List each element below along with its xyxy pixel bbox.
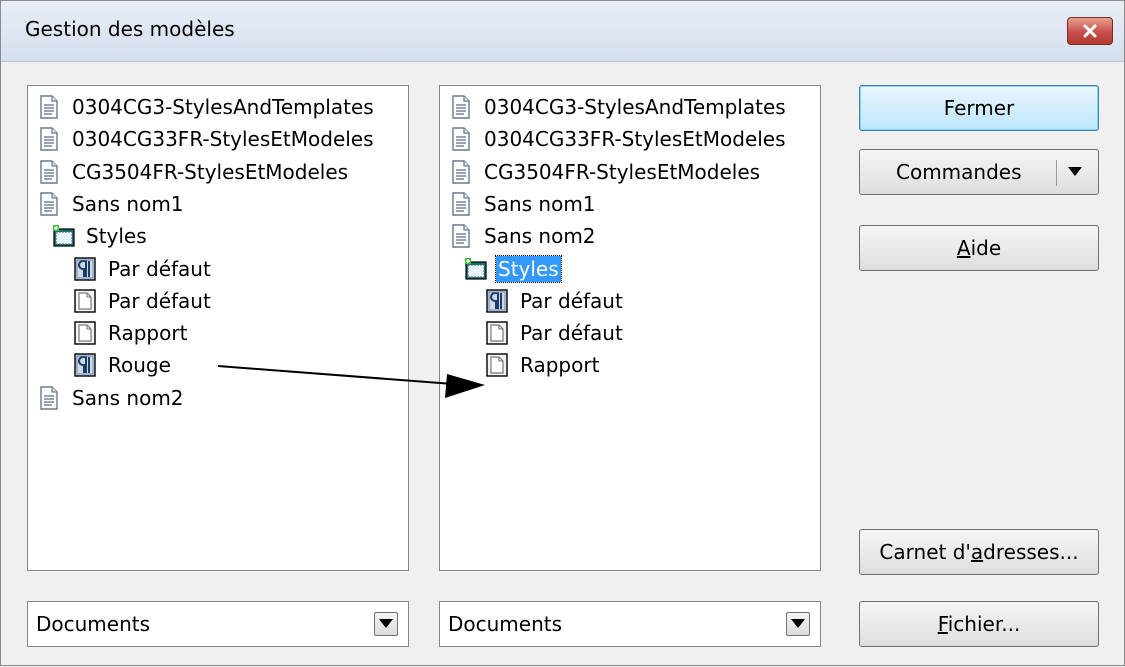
right-template-tree[interactable]: 0304CG3-StylesAndTemplates 0304CG33FR-Sty… xyxy=(439,85,821,571)
tree-item-label: Par défaut xyxy=(520,321,623,346)
help-button[interactable]: Aide xyxy=(859,225,1099,271)
left-template-tree[interactable]: 0304CG3-StylesAndTemplates 0304CG33FR-Sty… xyxy=(27,85,409,571)
styles-folder-icon xyxy=(52,224,75,248)
template-management-dialog: Gestion des modèles 0304CG3-StylesAndTem… xyxy=(0,0,1125,666)
tree-item-label: CG3504FR-StylesEtModeles xyxy=(484,159,761,184)
tree-item-label: Styles xyxy=(495,254,562,283)
tree-item[interactable]: 0304CG3-StylesAndTemplates xyxy=(450,92,788,122)
tree-item[interactable]: Rapport xyxy=(74,318,189,348)
tree-item-label: Rapport xyxy=(520,353,600,378)
page-style-icon xyxy=(74,289,96,313)
tree-item-label: 0304CG3-StylesAndTemplates xyxy=(484,95,786,119)
tree-item[interactable]: Sans nom2 xyxy=(450,221,598,251)
tree-item-label: CG3504FR-StylesEtModeles xyxy=(72,159,349,184)
tree-item[interactable]: Styles xyxy=(52,221,149,251)
tree-item[interactable]: Sans nom2 xyxy=(38,383,186,413)
tree-item[interactable]: CG3504FR-StylesEtModeles xyxy=(450,157,762,187)
tree-item-label: 0304CG33FR-StylesEtModeles xyxy=(484,127,786,152)
tree-item-label: Par défaut xyxy=(108,288,211,313)
document-icon xyxy=(38,192,60,216)
tree-item[interactable]: Sans nom1 xyxy=(38,189,186,219)
page-style-icon xyxy=(486,321,508,345)
dropdown-arrow-icon xyxy=(1068,167,1082,176)
paragraph-style-icon xyxy=(486,289,508,313)
file-button[interactable]: Fichier... xyxy=(859,601,1099,647)
tree-item[interactable]: 0304CG33FR-StylesEtModeles xyxy=(450,124,788,154)
chevron-down-icon xyxy=(379,619,393,628)
document-icon xyxy=(450,192,472,216)
document-icon xyxy=(38,127,60,151)
left-source-select[interactable]: Documents xyxy=(27,601,409,647)
tree-item[interactable]: Par défaut xyxy=(74,286,213,316)
close-icon xyxy=(1083,24,1097,38)
close-button[interactable]: Fermer xyxy=(859,85,1099,131)
tree-item-label: Par défaut xyxy=(108,256,211,281)
tree-item-label: Rapport xyxy=(108,321,188,346)
document-icon xyxy=(38,95,60,119)
tree-item[interactable]: CG3504FR-StylesEtModeles xyxy=(38,157,350,187)
tree-item-label: Par défaut xyxy=(520,288,623,313)
tree-item[interactable]: Par défaut xyxy=(486,318,625,348)
commands-button[interactable]: Commandes xyxy=(859,149,1099,195)
chevron-down-icon xyxy=(791,619,805,628)
tree-item[interactable]: Rouge xyxy=(74,350,173,380)
paragraph-style-icon xyxy=(74,256,96,281)
right-select-dropdown-button[interactable] xyxy=(786,612,810,636)
document-icon xyxy=(450,224,472,248)
tree-item-label: Sans nom1 xyxy=(72,191,184,216)
tree-item-label: Styles xyxy=(86,224,147,249)
tree-item-label: 0304CG3-StylesAndTemplates xyxy=(72,95,374,119)
title-bar[interactable]: Gestion des modèles xyxy=(1,1,1124,62)
tree-item[interactable]: Sans nom1 xyxy=(450,189,598,219)
tree-item-label: 0304CG33FR-StylesEtModeles xyxy=(72,127,374,152)
tree-item-label: Sans nom1 xyxy=(484,191,596,216)
page-style-icon xyxy=(74,321,96,345)
document-icon xyxy=(38,159,60,184)
right-source-select[interactable]: Documents xyxy=(439,601,821,647)
tree-item[interactable]: Par défaut xyxy=(74,254,213,284)
tree-item-label: Sans nom2 xyxy=(484,224,596,249)
split-separator xyxy=(1056,160,1057,186)
tree-item[interactable]: 0304CG3-StylesAndTemplates xyxy=(38,92,376,122)
left-select-dropdown-button[interactable] xyxy=(374,612,398,636)
tree-item-label: Rouge xyxy=(108,353,171,378)
tree-item[interactable]: 0304CG33FR-StylesEtModeles xyxy=(38,124,376,154)
address-book-button[interactable]: Carnet d'adresses... xyxy=(859,529,1099,575)
tree-item[interactable]: Par défaut xyxy=(486,286,625,316)
close-window-button[interactable] xyxy=(1067,17,1113,45)
document-icon xyxy=(450,159,472,184)
dialog-title: Gestion des modèles xyxy=(25,17,235,41)
document-icon xyxy=(38,385,60,410)
paragraph-style-icon xyxy=(74,353,96,378)
page-style-icon xyxy=(486,353,508,378)
tree-item[interactable]: Rapport xyxy=(486,350,601,380)
document-icon xyxy=(450,127,472,151)
tree-item-label: Sans nom2 xyxy=(72,385,184,410)
document-icon xyxy=(450,95,472,119)
tree-item[interactable]: Styles xyxy=(464,254,562,284)
styles-folder-icon xyxy=(464,257,487,281)
